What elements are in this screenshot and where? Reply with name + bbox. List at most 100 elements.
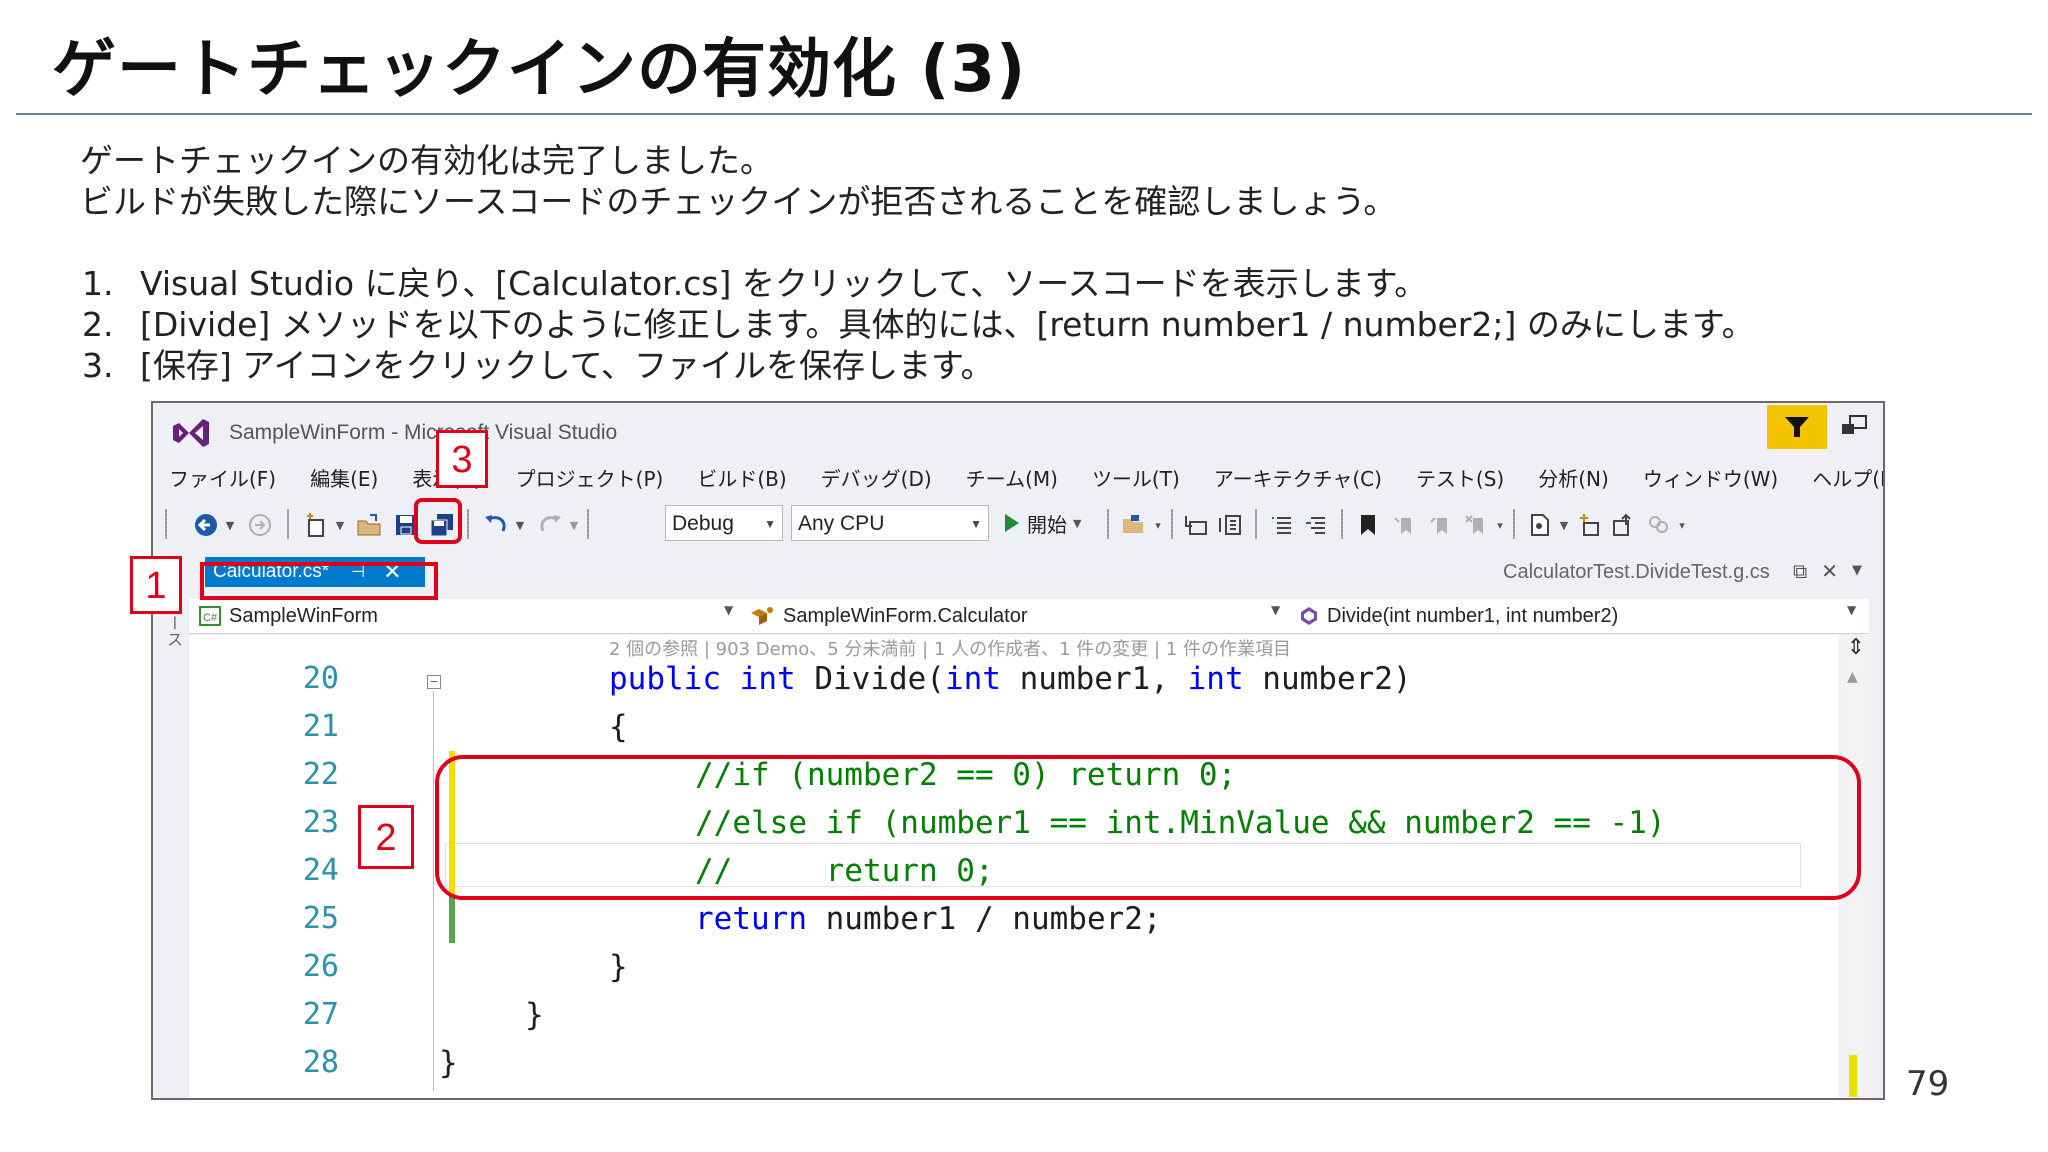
start-dropdown-icon[interactable]: ▼ xyxy=(1073,517,1081,530)
step-into-button[interactable] xyxy=(1181,509,1211,541)
code-text: } xyxy=(525,997,544,1033)
highlight-tab-box xyxy=(200,562,438,600)
side-tool-strip: ソース xyxy=(153,591,187,1098)
start-debugging-button[interactable]: 開始 ▼ xyxy=(1003,505,1081,541)
comment-out-button[interactable] xyxy=(1267,509,1297,541)
tab-list-dropdown-icon[interactable]: ▼ xyxy=(1852,559,1862,583)
platform-value: Any CPU xyxy=(798,512,885,535)
undo-button[interactable] xyxy=(479,509,513,541)
method-icon xyxy=(1301,607,1317,625)
redo-dropdown-icon[interactable]: ▼ xyxy=(567,509,581,541)
csharp-project-icon: C# xyxy=(199,606,221,626)
line-number: 25 xyxy=(302,901,339,936)
add-element-button[interactable] xyxy=(1575,509,1605,541)
chevron-down-icon[interactable]: ▼ xyxy=(724,603,733,617)
new-project-button[interactable] xyxy=(299,509,333,541)
class-dropdown[interactable]: SampleWinForm.Calculator xyxy=(749,601,1028,631)
toolbar-grip[interactable] xyxy=(165,509,167,539)
new-dropdown-icon[interactable]: ▼ xyxy=(333,509,347,541)
toolbar-overflow-icon[interactable]: ▾ xyxy=(1675,509,1689,541)
keep-tab-open-icon[interactable]: ⧉ xyxy=(1793,559,1807,583)
undo-icon xyxy=(485,515,506,532)
chevron-down-icon[interactable]: ▼ xyxy=(1271,603,1280,617)
menu-team[interactable]: チーム(M) xyxy=(964,461,1074,497)
code-line-25: 25 return number1 / number2; xyxy=(189,895,1839,943)
code-line-20: 20 public int Divide(int number1, int nu… xyxy=(189,655,1839,703)
previous-bookmark-button[interactable] xyxy=(1389,509,1419,541)
undo-dropdown-icon[interactable]: ▼ xyxy=(513,509,527,541)
member-dropdown[interactable]: Divide(int number1, int number2) xyxy=(1299,601,1618,631)
toolbar-separator xyxy=(467,509,469,539)
forward-arrow-icon xyxy=(249,514,271,536)
menu-bar: ファイル(F) 編集(E) 表示(V) プロジェクト(P) ビルド(B) デバッ… xyxy=(167,461,1883,497)
slide-title: ゲートチェックインの有効化 (3) xyxy=(52,33,1027,107)
toggle-bookmark-button[interactable] xyxy=(1353,509,1383,541)
toolbar-overflow-icon[interactable]: ▾ xyxy=(1151,509,1165,541)
back-arrow-icon xyxy=(195,514,217,536)
project-dropdown[interactable]: C# SampleWinForm xyxy=(199,601,378,631)
menu-architecture[interactable]: アーキテクチャ(C) xyxy=(1212,461,1398,497)
back-dropdown-icon[interactable]: ▼ xyxy=(223,509,237,541)
new-project-icon xyxy=(307,513,324,537)
menu-tools[interactable]: ツール(T) xyxy=(1090,461,1196,497)
toolbar-separator xyxy=(287,509,289,539)
back-button[interactable] xyxy=(189,509,223,541)
menu-window[interactable]: ウィンドウ(W) xyxy=(1641,461,1794,497)
find-in-files-button[interactable] xyxy=(1117,509,1151,541)
configuration-value: Debug xyxy=(672,512,734,535)
toolbar-separator xyxy=(1107,509,1109,539)
start-label: 開始 xyxy=(1027,512,1067,537)
menu-debug[interactable]: デバッグ(D) xyxy=(819,461,948,497)
menu-file[interactable]: ファイル(F) xyxy=(167,461,292,497)
step-text: Visual Studio に戻り、[Calculator.cs] をクリックし… xyxy=(140,264,1428,303)
redo-icon xyxy=(540,515,561,532)
team-explorer-button[interactable] xyxy=(1643,509,1673,541)
split-window-icon[interactable]: ⇕ xyxy=(1841,635,1871,660)
steps-list: 1. Visual Studio に戻り、[Calculator.cs] をクリ… xyxy=(82,263,1755,386)
annotation-label: 2 xyxy=(358,805,414,869)
menu-project[interactable]: プロジェクト(P) xyxy=(514,461,680,497)
solution-configuration-select[interactable]: Debug ▼ xyxy=(665,505,783,541)
toolbar-separator xyxy=(1171,509,1173,539)
scroll-up-icon[interactable]: ▲ xyxy=(1847,669,1858,685)
check-in-button[interactable] xyxy=(1609,509,1639,541)
notification-filter-button[interactable] xyxy=(1767,405,1827,449)
forward-button[interactable] xyxy=(243,509,277,541)
tab-right-controls: ⧉ ✕ ▼ xyxy=(1793,559,1862,583)
feedback-button[interactable] xyxy=(1837,411,1871,443)
uncomment-button[interactable] xyxy=(1301,509,1331,541)
next-bookmark-button[interactable] xyxy=(1425,509,1455,541)
step-item: 2. [Divide] メソッドを以下のように修正します。具体的には、[retu… xyxy=(82,304,1755,345)
filter-icon xyxy=(1785,417,1809,437)
show-threads-button[interactable] xyxy=(1215,509,1245,541)
new-item-button[interactable] xyxy=(1525,509,1555,541)
menu-test[interactable]: テスト(S) xyxy=(1414,461,1520,497)
chevron-down-icon: ▼ xyxy=(764,517,776,531)
clear-bookmarks-button[interactable] xyxy=(1461,509,1491,541)
step-text: [保存] アイコンをクリックして、ファイルを保存します。 xyxy=(140,346,994,385)
menu-build[interactable]: ビルド(B) xyxy=(695,461,802,497)
menu-edit[interactable]: 編集(E) xyxy=(308,461,394,497)
tab-divide-test[interactable]: CalculatorTest.DivideTest.g.cs xyxy=(1503,561,1770,584)
menu-analyze[interactable]: 分析(N) xyxy=(1536,461,1625,497)
line-number: 27 xyxy=(302,997,339,1032)
new-item-icon xyxy=(1531,514,1549,536)
navigation-bar: C# SampleWinForm ▼ SampleWinForm.Calcula… xyxy=(189,599,1869,634)
class-icon xyxy=(751,607,773,625)
line-number: 22 xyxy=(302,757,339,792)
solution-platform-select[interactable]: Any CPU ▼ xyxy=(791,505,989,541)
code-text: { xyxy=(609,709,628,745)
close-icon[interactable]: ✕ xyxy=(1821,559,1838,583)
toolbar-overflow-icon[interactable]: ▾ xyxy=(1493,509,1507,541)
visual-studio-window: SampleWinForm - Microsoft Visual Studio … xyxy=(151,401,1885,1100)
uncomment-lines-icon xyxy=(1306,517,1325,534)
step-number: 2. xyxy=(82,305,114,344)
title-divider xyxy=(16,113,2032,115)
chevron-down-icon[interactable]: ▼ xyxy=(1847,603,1856,617)
open-file-button[interactable] xyxy=(353,509,387,541)
menu-help[interactable]: ヘルプ(H) xyxy=(1810,461,1883,497)
redo-button[interactable] xyxy=(533,509,567,541)
code-text: return number1 / number2; xyxy=(695,901,1162,937)
toolbar-separator xyxy=(587,509,589,539)
new-item-dropdown-icon[interactable]: ▼ xyxy=(1557,509,1571,541)
